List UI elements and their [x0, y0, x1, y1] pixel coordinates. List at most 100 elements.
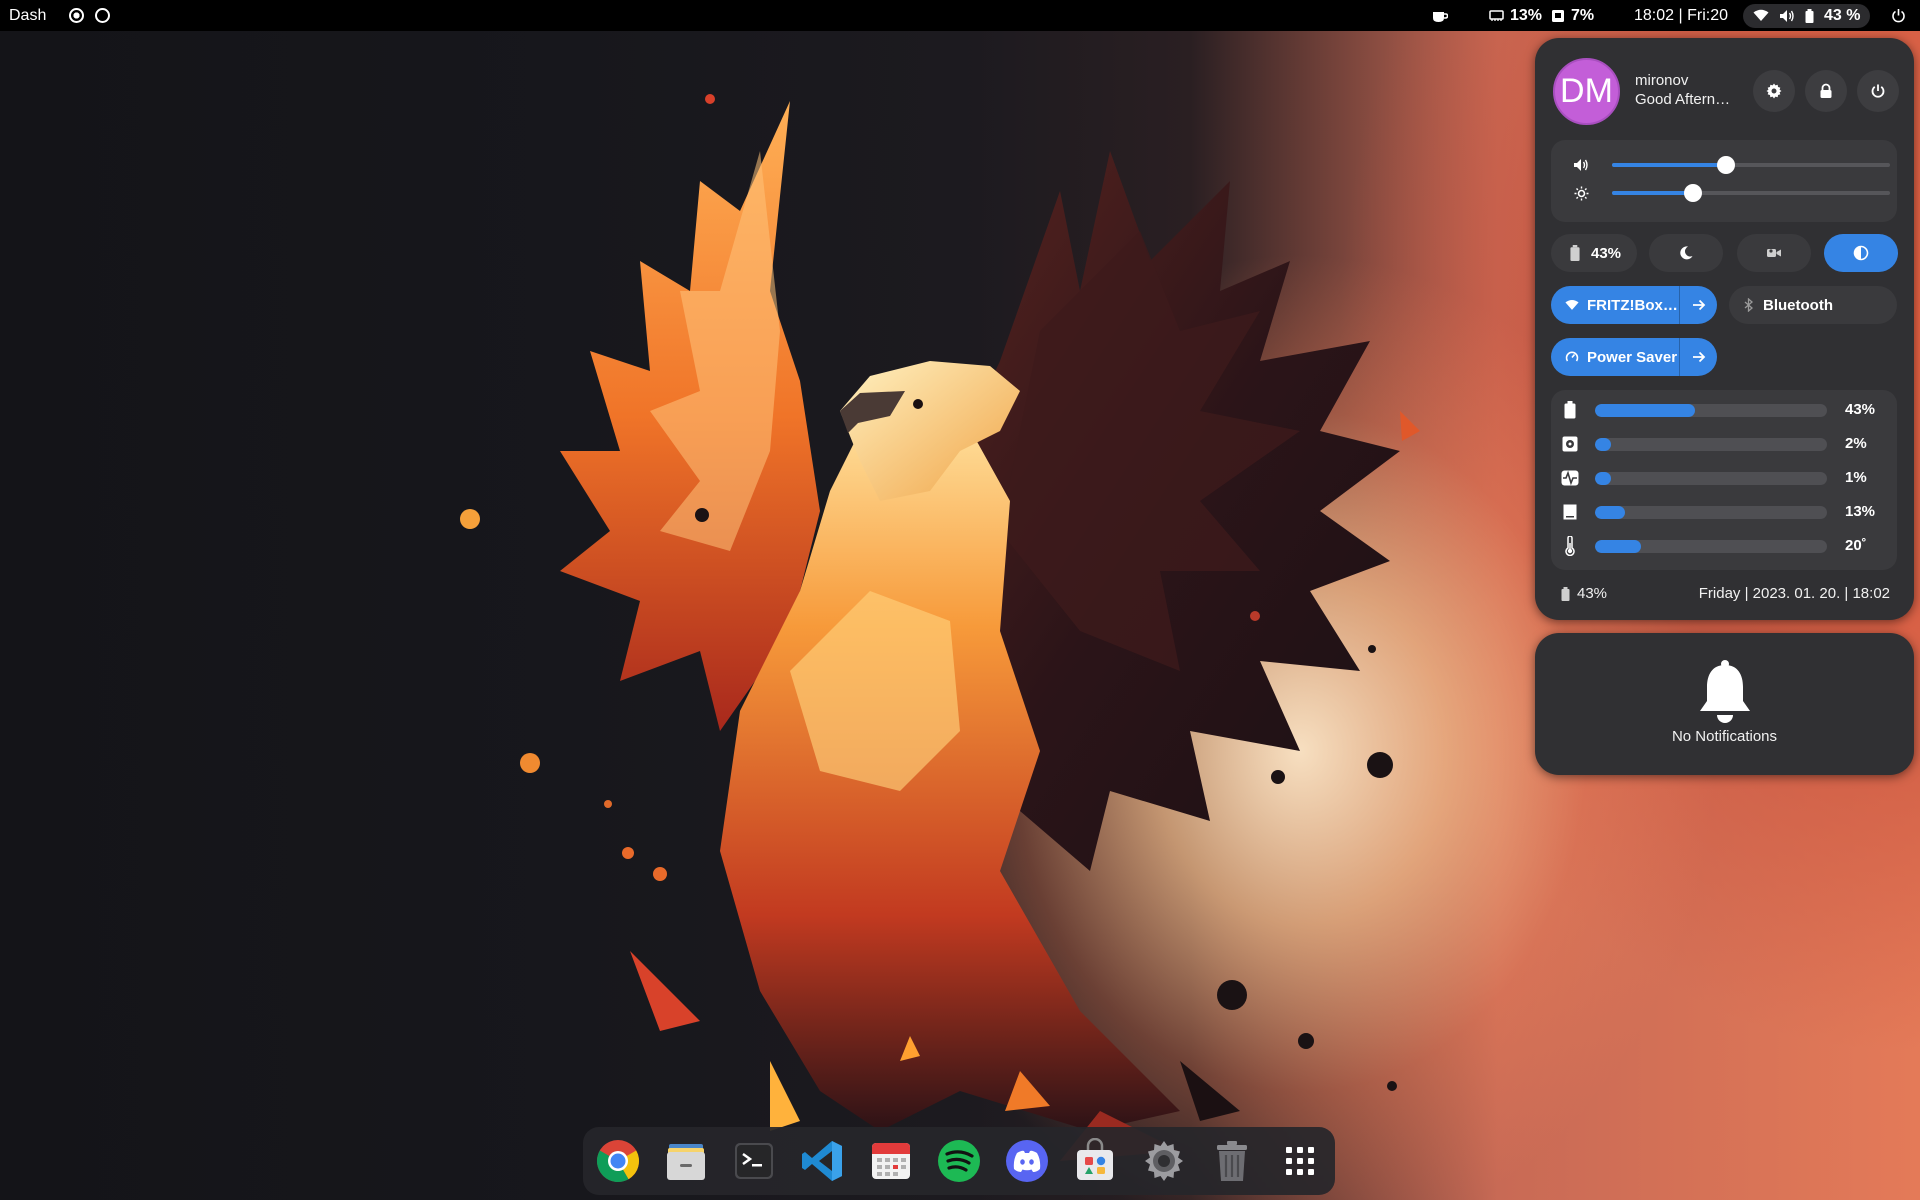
bluetooth-label: Bluetooth — [1763, 296, 1833, 314]
settings-icon — [1144, 1141, 1183, 1181]
power-mode-toggle-main[interactable]: Power Saver — [1551, 338, 1679, 376]
thermometer-icon — [1561, 536, 1579, 556]
greeting-text: Good Afternoon! — [1635, 91, 1735, 108]
files-icon — [667, 1144, 706, 1180]
power-mode-toggle[interactable]: Power Saver — [1551, 338, 1717, 376]
brightness-icon — [1571, 183, 1591, 203]
activities-button[interactable]: Dash — [9, 0, 46, 31]
calendar-icon — [871, 1143, 910, 1179]
bell-icon — [1700, 660, 1750, 723]
memory-meter-fill — [1595, 506, 1626, 519]
volume-slider-knob[interactable] — [1716, 156, 1735, 174]
battery-meter: 43% — [1553, 399, 1893, 421]
dock-app-calendar[interactable] — [868, 1138, 914, 1184]
ram-usage-value: 7% — [1571, 6, 1595, 24]
avatar[interactable]: DM — [1553, 58, 1620, 125]
settings-button[interactable] — [1753, 70, 1795, 112]
arrow-right-icon — [1692, 299, 1705, 311]
dock-app-discord[interactable] — [1004, 1138, 1050, 1184]
dock-app-files[interactable] — [663, 1138, 709, 1184]
temperature-meter-value: 20˚ — [1845, 537, 1867, 554]
cpu-meter: 1% — [1553, 467, 1893, 489]
battery-pill[interactable]: 43% — [1551, 234, 1637, 272]
wifi-toggle[interactable]: FRITZ!Box… — [1551, 286, 1717, 324]
disk-meter-fill — [1595, 438, 1612, 451]
app-grid-icon — [1285, 1147, 1314, 1175]
ram-usage-indicator[interactable]: 7% — [1551, 0, 1594, 31]
battery-percentage: 43 % — [1824, 6, 1861, 24]
battery-meter-track — [1595, 404, 1827, 417]
terminal-icon — [735, 1143, 774, 1179]
cpu-meter-fill — [1595, 472, 1612, 485]
wifi-icon — [1753, 9, 1769, 21]
dock-app-software[interactable] — [1072, 1138, 1118, 1184]
battery-meter-fill — [1595, 404, 1695, 417]
disk-meter-track — [1595, 438, 1827, 451]
quick-settings-panel: DM mironov Good Afternoon! 43% FRITZ!Box… — [1535, 38, 1914, 620]
screen-record-icon — [1767, 249, 1781, 257]
screen-record-toggle[interactable] — [1737, 234, 1811, 272]
avatar-initials: DM — [1560, 72, 1613, 110]
bluetooth-toggle-main[interactable]: Bluetooth — [1729, 286, 1833, 324]
dock-app-chrome[interactable] — [595, 1138, 641, 1184]
brightness-slider-fill — [1612, 191, 1693, 195]
disk-meter-value: 2% — [1845, 435, 1867, 452]
memory-meter-track — [1595, 506, 1827, 519]
workspace-2-dot[interactable] — [95, 8, 110, 23]
power-mode-menu-arrow[interactable] — [1679, 338, 1717, 376]
brightness-slider-row — [1567, 182, 1890, 204]
dock-app-vscode[interactable] — [800, 1138, 846, 1184]
wifi-network-label: FRITZ!Box… — [1587, 296, 1678, 314]
disk-icon — [1561, 435, 1579, 453]
caffeine-button[interactable] — [1432, 0, 1448, 31]
volume-icon — [1780, 9, 1794, 22]
battery-icon — [1805, 8, 1814, 23]
activities-label: Dash — [9, 6, 47, 24]
clock-label: 18:02 | Fri:20 — [1634, 6, 1728, 24]
cpu-meter-track — [1595, 472, 1827, 485]
workspace-1-dot[interactable] — [69, 8, 84, 23]
dock-app-grid[interactable] — [1277, 1138, 1323, 1184]
brightness-slider-knob[interactable] — [1683, 184, 1702, 202]
wifi-icon — [1565, 299, 1579, 310]
no-notifications-label: No Notifications — [1671, 728, 1778, 745]
bluetooth-icon — [1744, 298, 1753, 312]
battery-pill-value: 43% — [1590, 244, 1622, 262]
night-light-toggle[interactable] — [1649, 234, 1723, 272]
volume-slider-fill — [1612, 163, 1726, 167]
power-icon — [1871, 84, 1885, 98]
cpu-activity-icon — [1561, 469, 1579, 487]
system-tray[interactable]: 43 % — [1743, 0, 1871, 31]
power-off-button[interactable] — [1857, 70, 1899, 112]
dock-app-trash[interactable] — [1209, 1138, 1255, 1184]
chrome-icon — [596, 1140, 640, 1183]
system-status-pill[interactable]: 43 % — [1743, 3, 1871, 28]
dark-mode-toggle[interactable] — [1824, 234, 1898, 272]
coffee-cup-icon — [1433, 11, 1448, 22]
battery-icon — [1570, 245, 1580, 261]
discord-icon — [1006, 1140, 1049, 1182]
battery-icon — [1561, 401, 1579, 419]
wifi-menu-arrow[interactable] — [1679, 286, 1717, 324]
trash-icon — [1216, 1141, 1247, 1181]
volume-slider[interactable] — [1612, 156, 1890, 174]
power-menu-button[interactable] — [1891, 0, 1906, 31]
clock-button[interactable]: 18:02 | Fri:20 — [1634, 0, 1728, 31]
moon-icon — [1680, 246, 1693, 260]
bluetooth-toggle[interactable]: Bluetooth — [1729, 286, 1897, 324]
volume-icon — [1571, 155, 1591, 175]
workspace-indicator — [69, 0, 110, 31]
wifi-toggle-main[interactable]: FRITZ!Box… — [1551, 286, 1679, 324]
dock-app-spotify[interactable] — [936, 1138, 982, 1184]
temperature-meter-fill — [1595, 540, 1642, 553]
dock-app-terminal[interactable] — [731, 1138, 777, 1184]
brightness-slider[interactable] — [1612, 184, 1890, 202]
dock-app-settings[interactable] — [1141, 1138, 1187, 1184]
notification-panel: No Notifications — [1535, 633, 1914, 775]
memory-meter-value: 13% — [1845, 503, 1876, 520]
lock-button[interactable] — [1805, 70, 1847, 112]
power-saver-icon — [1565, 351, 1579, 362]
disk-meter: 2% — [1553, 433, 1893, 455]
gpu-usage-indicator[interactable]: 13% — [1489, 0, 1542, 31]
dock — [583, 1127, 1335, 1195]
